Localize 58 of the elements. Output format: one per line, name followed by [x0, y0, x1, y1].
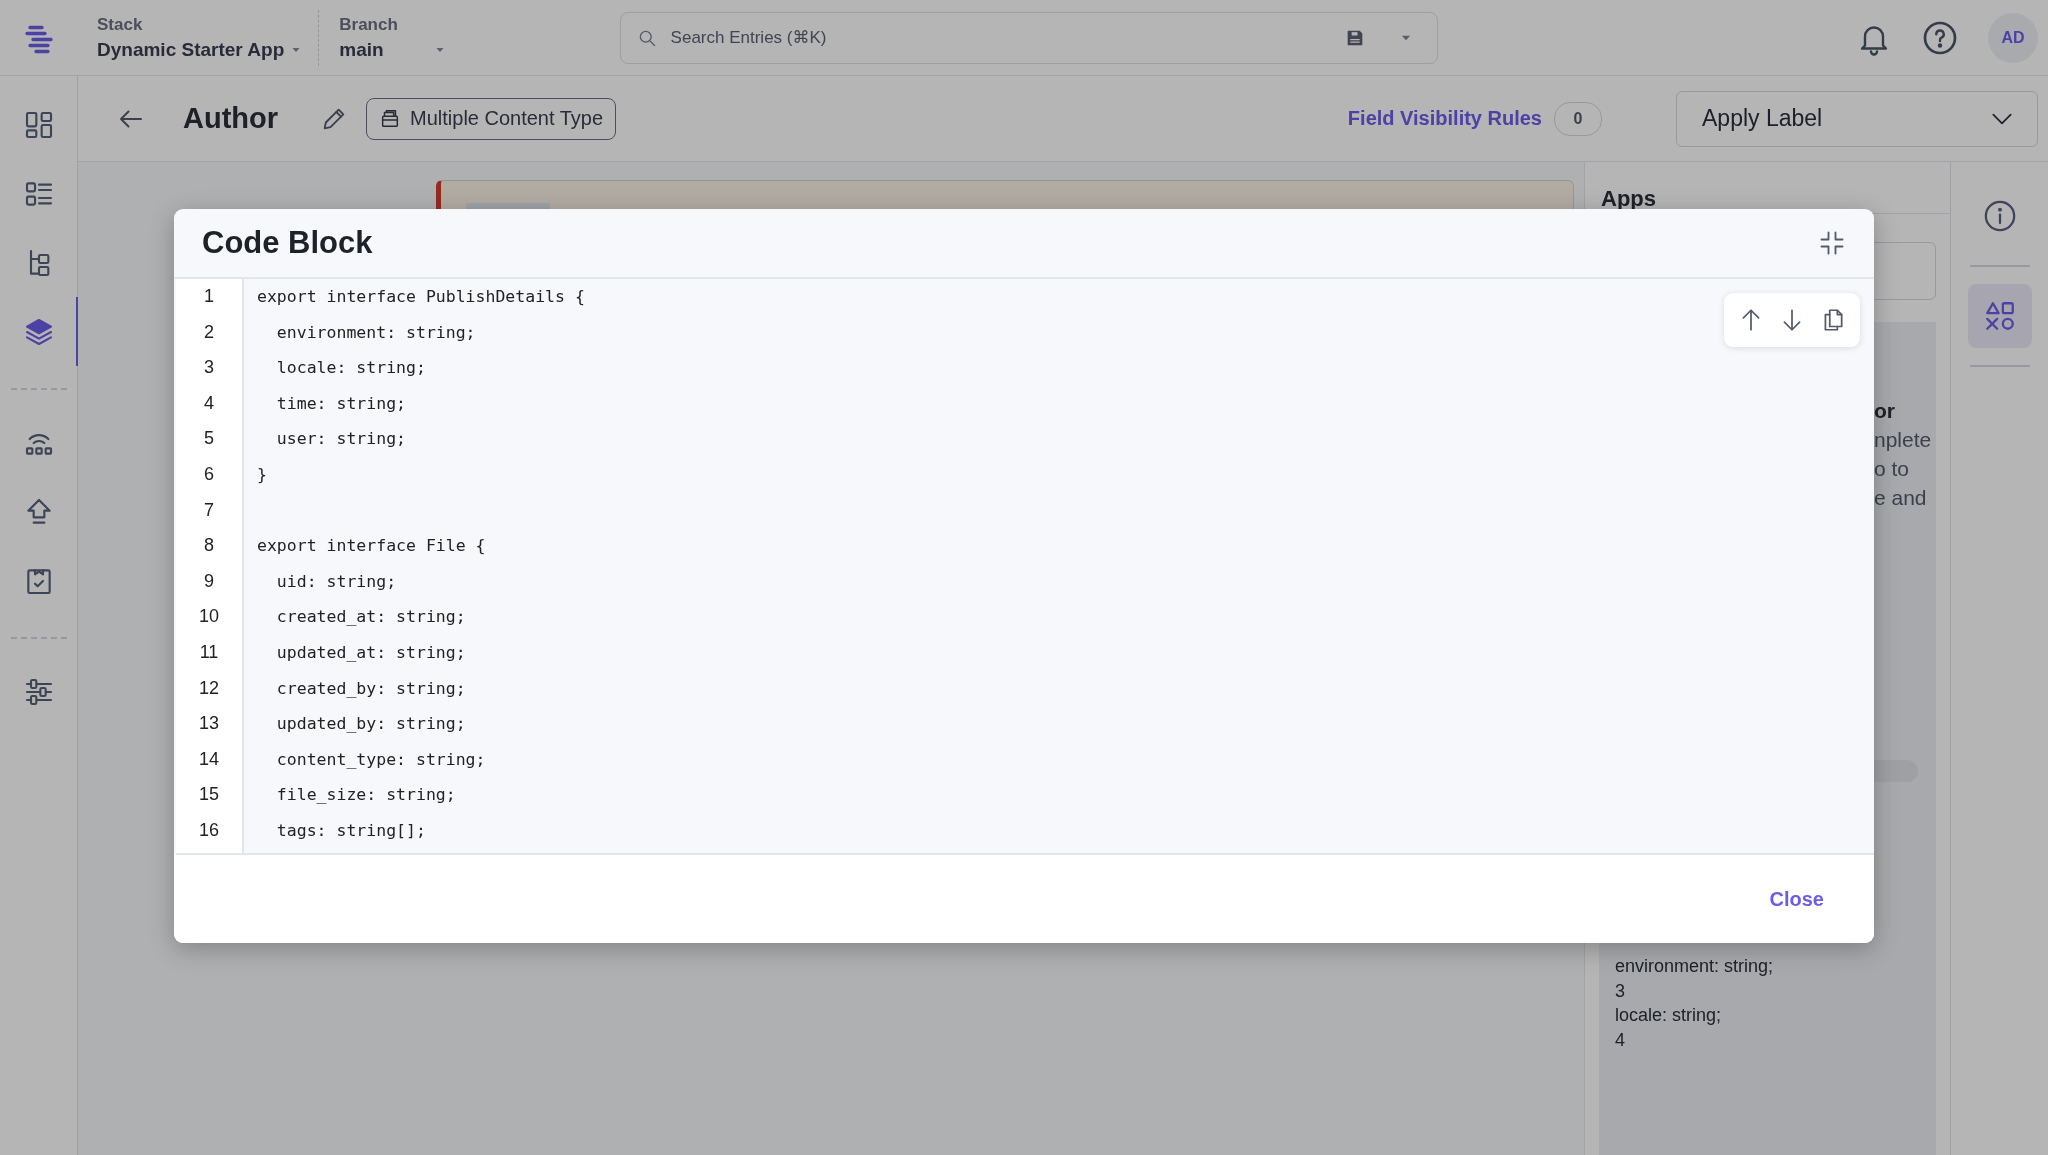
code-line: created_by: string; — [275, 678, 466, 698]
search-field[interactable]: Search Entries (⌘K) — [668, 26, 1333, 49]
close-button[interactable]: Close — [1769, 881, 1824, 917]
line-number: 9 — [203, 569, 215, 593]
code-line: 3 — [1615, 979, 1626, 1003]
text-fragment: o to — [1874, 456, 1911, 482]
info-icon — [1982, 199, 2017, 233]
visibility-rules-link[interactable]: Field Visibility Rules — [1347, 107, 1542, 130]
stack-label: Stack — [97, 14, 144, 35]
rules-count: 0 — [1554, 101, 1602, 136]
code-line: time: string; — [275, 393, 406, 413]
code-line: created_at: string; — [275, 607, 466, 627]
code-line: user: string; — [275, 429, 406, 449]
code-line: file_size: string; — [275, 785, 456, 805]
code-line: environment: string; — [1615, 955, 1775, 978]
code-line: content_type: string; — [275, 749, 486, 769]
line-number: 11 — [198, 640, 220, 664]
code-line: uid: string; — [275, 571, 397, 591]
code-line: locale: string; — [1615, 1004, 1723, 1027]
code-line: export interface PublishDetails { — [257, 287, 585, 306]
code-line: 4 — [1615, 1028, 1626, 1052]
text-fragment: nplete — [1874, 427, 1933, 453]
line-number: 5 — [203, 427, 215, 451]
code-line: tags: string[]; — [275, 820, 426, 840]
code-line: export interface File { — [257, 536, 486, 556]
dialog-title: Code Block — [202, 225, 373, 261]
help-icon[interactable] — [1922, 19, 1958, 56]
branch-label: Branch — [339, 14, 399, 35]
line-number: 10 — [198, 605, 220, 629]
code-line: environment: string; — [275, 322, 476, 342]
line-number: 8 — [203, 534, 215, 558]
line-number: 6 — [203, 462, 215, 486]
line-number: 2 — [203, 320, 215, 344]
line-number: 7 — [203, 498, 215, 522]
branch-selector[interactable]: main — [339, 38, 446, 61]
line-number: 3 — [203, 356, 215, 380]
code-line: updated_by: string; — [275, 714, 466, 734]
line-number: 13 — [198, 712, 220, 736]
line-number: 1 — [203, 285, 215, 308]
line-number: 4 — [203, 391, 215, 415]
sidebar-item[interactable] — [1967, 284, 2032, 348]
line-number: 16 — [198, 818, 220, 842]
dropdown-label: Apply Label — [1702, 105, 1823, 132]
page-title: Author — [183, 102, 279, 135]
code-line: } — [257, 464, 267, 484]
branch-name: main — [339, 38, 384, 61]
collapse-icon[interactable] — [1818, 229, 1846, 257]
search-bar[interactable]: Search Entries (⌘K) — [619, 11, 1438, 64]
code-line: updated_at: string; — [275, 642, 466, 662]
code-line: locale: string; — [275, 358, 426, 378]
content-type-button[interactable]: Multiple Content Type — [366, 97, 617, 140]
line-number: 15 — [198, 783, 220, 807]
label-dropdown[interactable]: Apply Label — [1676, 90, 2038, 147]
text-fragment: e and — [1874, 485, 1928, 511]
user-avatar[interactable]: AD — [1988, 12, 2038, 63]
text-fragment: or — [1874, 398, 1896, 424]
line-number: 12 — [198, 676, 220, 700]
line-number: 14 — [198, 747, 220, 771]
